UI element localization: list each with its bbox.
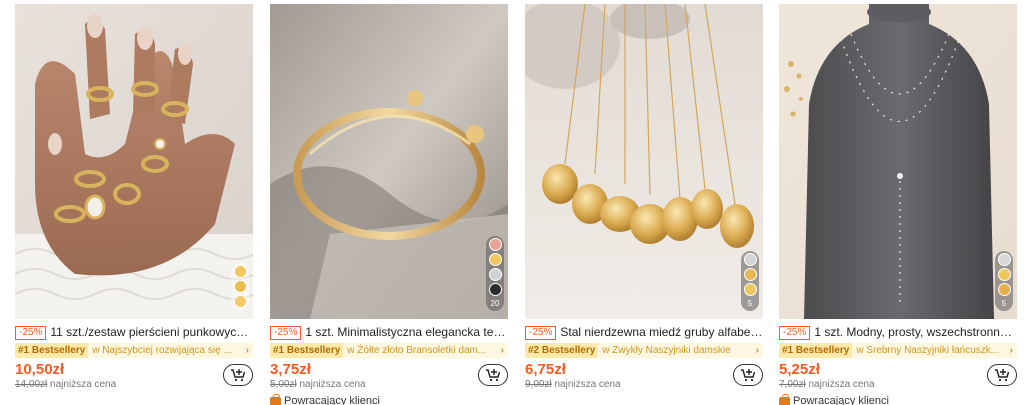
original-price: 9,00zł — [525, 379, 552, 390]
product-title[interactable]: -25% 11 szt./zestaw pierścieni punkowych … — [15, 324, 253, 340]
discount-badge: -25% — [15, 326, 47, 340]
product-title-text: 11 szt./zestaw pierścieni punkowych ... — [50, 325, 253, 339]
color-swatches[interactable]: 20 — [486, 236, 504, 311]
add-to-cart-button[interactable] — [223, 364, 253, 386]
original-price-row: 5,00zł najniższa cena — [270, 378, 366, 391]
bestseller-banner[interactable]: #1 Bestsellery w Żółte złoto Bransoletki … — [270, 343, 508, 358]
original-price: 14,00zł — [15, 379, 48, 390]
color-swatch[interactable] — [233, 295, 247, 308]
product-card[interactable]: -25% 11 szt./zestaw pierścieni punkowych … — [15, 4, 253, 405]
product-title-text: 1 szt. Modny, prosty, wszechstronny ... — [814, 325, 1017, 339]
price: 5,25zł — [779, 361, 820, 378]
product-title-text: 1 szt. Minimalistyczna elegancka tek... — [305, 325, 508, 339]
color-swatch[interactable] — [743, 253, 757, 266]
price: 3,75zł — [270, 361, 311, 378]
chevron-right-icon: › — [245, 345, 249, 356]
add-to-cart-button[interactable] — [987, 364, 1017, 386]
add-to-cart-icon — [995, 369, 1010, 382]
returning-customers-badge: Powracający klienci — [779, 394, 889, 405]
bestseller-category: w Srebrny Naszyjniki łańcuszk... — [856, 345, 1000, 356]
lowest-price-label: najniższa cena — [554, 379, 621, 390]
product-image[interactable]: 5 — [779, 4, 1017, 319]
product-grid: -25% 11 szt./zestaw pierścieni punkowych … — [15, 4, 1020, 405]
letter-necklaces-photo — [525, 4, 763, 319]
chevron-right-icon: › — [755, 345, 759, 356]
color-swatch[interactable] — [743, 268, 757, 281]
lowest-price-label: najniższa cena — [50, 379, 117, 390]
bestseller-banner[interactable]: #1 Bestsellery w Najszybciej rozwijająca … — [15, 343, 253, 358]
discount-badge: -25% — [525, 326, 557, 340]
add-to-cart-button[interactable] — [478, 364, 508, 386]
color-swatch[interactable] — [743, 283, 757, 296]
product-image[interactable]: 20 — [270, 4, 508, 319]
chevron-right-icon: › — [500, 345, 504, 356]
bestseller-rank: #1 Bestsellery — [779, 343, 853, 358]
add-to-cart-button[interactable] — [733, 364, 763, 386]
rings-on-hand-photo — [15, 4, 253, 319]
product-image[interactable] — [15, 4, 253, 319]
bestseller-category: w Najszybciej rozwijająca się ... — [92, 345, 232, 356]
original-price-row: 7,00zł najniższa cena — [779, 378, 875, 391]
color-swatch[interactable] — [488, 268, 502, 281]
original-price: 7,00zł — [779, 379, 806, 390]
add-to-cart-icon — [741, 369, 756, 382]
color-swatch[interactable] — [488, 238, 502, 251]
color-swatch[interactable] — [997, 253, 1011, 266]
gold-cuff-bracelet-photo — [270, 4, 508, 319]
bestseller-category: w Żółte złoto Bransoletki dam... — [347, 345, 487, 356]
color-swatch[interactable] — [233, 265, 247, 278]
product-title[interactable]: -25% 1 szt. Modny, prosty, wszechstronny … — [779, 324, 1017, 340]
returning-customers-badge: Powracający klienci — [270, 394, 380, 405]
discount-badge: -25% — [270, 326, 302, 340]
bestseller-banner[interactable]: #1 Bestsellery w Srebrny Naszyjniki łańcu… — [779, 343, 1017, 358]
bestseller-rank: #2 Bestsellery — [525, 343, 599, 358]
original-price-row: 14,00zł najniższa cena — [15, 378, 116, 391]
product-title[interactable]: -25% 1 szt. Minimalistyczna elegancka tek… — [270, 324, 508, 340]
bestseller-category: w Zwykły Naszyjniki damskie — [602, 345, 731, 356]
swatch-count: 5 — [1001, 299, 1007, 308]
returning-customers-text: Powracający klienci — [284, 395, 380, 405]
color-swatch[interactable] — [997, 283, 1011, 296]
lowest-price-label: najniższa cena — [808, 379, 875, 390]
original-price: 5,00zł — [270, 379, 297, 390]
chevron-right-icon: › — [1009, 345, 1013, 356]
discount-badge: -25% — [779, 326, 811, 340]
add-to-cart-icon — [486, 369, 501, 382]
color-swatch[interactable] — [233, 280, 247, 293]
color-swatch[interactable] — [997, 268, 1011, 281]
color-swatch[interactable] — [488, 283, 502, 296]
original-price-row: 9,00zł najniższa cena — [525, 378, 621, 391]
product-card[interactable]: 20 -25% 1 szt. Minimalistyczna elegancka … — [270, 4, 508, 405]
product-card[interactable]: 5 -25% 1 szt. Modny, prosty, wszechstronn… — [779, 4, 1017, 405]
product-title[interactable]: -25% Stal nierdzewna miedź gruby alfabet … — [525, 324, 763, 340]
lowest-price-label: najniższa cena — [299, 379, 366, 390]
add-to-cart-icon — [231, 369, 246, 382]
swatch-count: 5 — [747, 299, 753, 308]
bestseller-banner[interactable]: #2 Bestsellery w Zwykły Naszyjniki damski… — [525, 343, 763, 358]
product-title-text: Stal nierdzewna miedź gruby alfabet ... — [560, 325, 763, 339]
color-swatches[interactable] — [231, 263, 249, 311]
returning-customers-text: Powracający klienci — [793, 395, 889, 405]
color-swatch[interactable] — [488, 253, 502, 266]
bag-icon — [779, 394, 790, 405]
silver-layered-necklace-photo — [779, 4, 1017, 319]
bag-icon — [270, 394, 281, 405]
bestseller-rank: #1 Bestsellery — [270, 343, 344, 358]
price: 6,75zł — [525, 361, 566, 378]
color-swatches[interactable]: 5 — [741, 251, 759, 311]
bestseller-rank: #1 Bestsellery — [15, 343, 89, 358]
product-card[interactable]: 5 -25% Stal nierdzewna miedź gruby alfabe… — [525, 4, 763, 405]
product-image[interactable]: 5 — [525, 4, 763, 319]
price: 10,50zł — [15, 361, 65, 378]
swatch-count: 20 — [490, 299, 500, 308]
color-swatches[interactable]: 5 — [995, 251, 1013, 311]
